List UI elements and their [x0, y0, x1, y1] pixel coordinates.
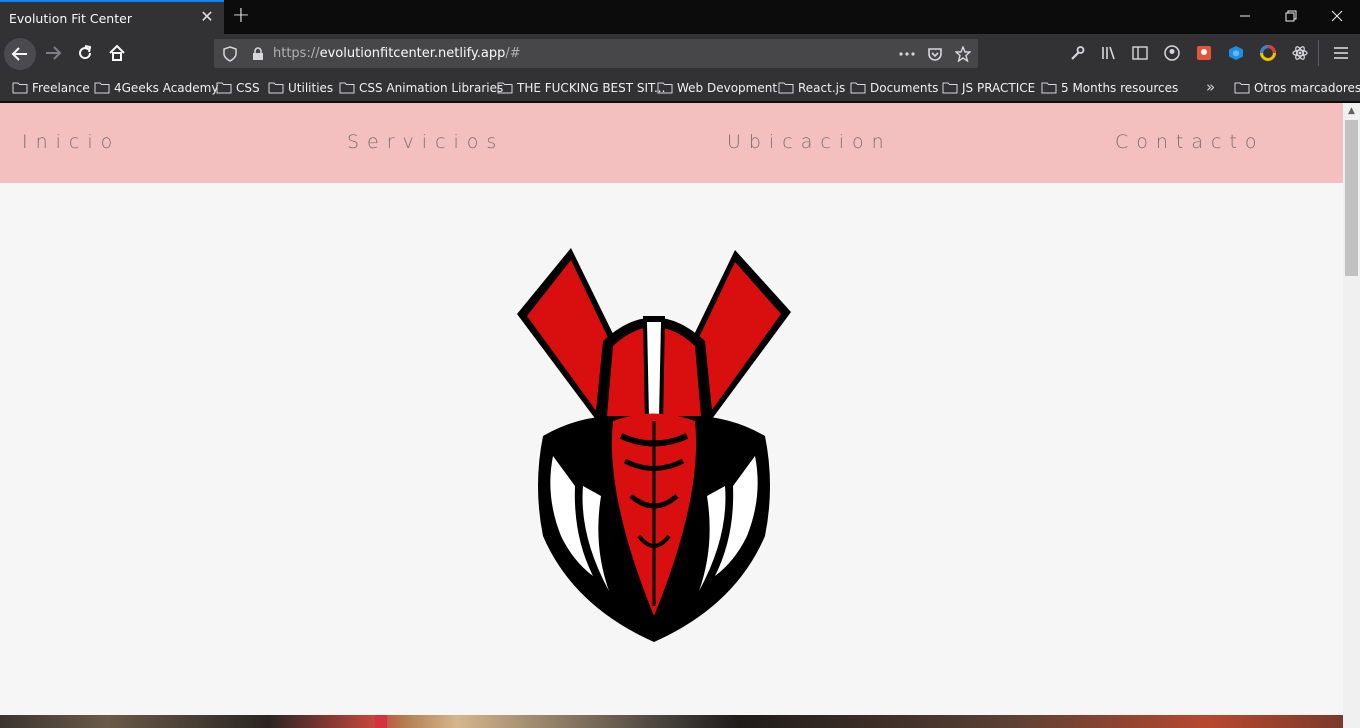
- account-button[interactable]: [1157, 39, 1187, 67]
- url-scheme: https://: [273, 46, 320, 61]
- bookmark-label: Otros marcadores: [1254, 81, 1360, 95]
- menu-button[interactable]: [1326, 39, 1356, 67]
- extension-red-icon: [1197, 46, 1211, 60]
- account-icon: [1164, 45, 1180, 61]
- cube-icon: [1229, 46, 1243, 60]
- forward-arrow-icon: [46, 46, 62, 60]
- bookmark-label: THE FUCKING BEST SIT...: [517, 81, 666, 95]
- bookmark-label: Utilities: [288, 81, 334, 95]
- bookmark-folder[interactable]: CSS Animation Libraries: [339, 80, 503, 96]
- restore-icon: [1285, 10, 1297, 22]
- new-tab-button[interactable]: +: [230, 4, 252, 28]
- reload-button[interactable]: [70, 39, 100, 67]
- url-host: evolutionfitcenter.netlify.app: [319, 46, 506, 61]
- web-page: Inicio Servicios Ubicacion Contacto: [0, 103, 1343, 728]
- minimize-button[interactable]: [1222, 0, 1268, 32]
- tracking-protection-icon[interactable]: [220, 44, 240, 64]
- folder-icon: [657, 82, 673, 94]
- folder-icon: [1041, 82, 1057, 94]
- back-arrow-icon: [11, 47, 27, 61]
- bookmark-folder[interactable]: 5 Months resources: [1041, 80, 1178, 96]
- close-window-button[interactable]: [1314, 0, 1360, 32]
- url-bar[interactable]: https://evolutionfitcenter.netlify.app/#: [214, 39, 978, 68]
- extension-button-3[interactable]: [1253, 39, 1283, 67]
- nav-link-ubicacion[interactable]: Ubicacion: [727, 131, 892, 153]
- folder-icon: [497, 82, 513, 94]
- nav-link-servicios[interactable]: Servicios: [347, 131, 504, 153]
- url-text[interactable]: https://evolutionfitcenter.netlify.app/#: [273, 46, 521, 61]
- bookmarks-overflow-chevron-icon[interactable]: »: [1206, 78, 1215, 96]
- wrench-icon: [1071, 46, 1085, 60]
- bookmark-label: 4Geeks Academy: [114, 81, 219, 95]
- bookmark-folder[interactable]: Utilities: [268, 80, 333, 96]
- bookmark-label: React.js: [798, 81, 846, 95]
- tools-button[interactable]: [1062, 39, 1092, 67]
- bookmark-label: 5 Months resources: [1061, 81, 1179, 95]
- browser-window: Evolution Fit Center ✕ + https://evoluti…: [0, 0, 1360, 728]
- minimize-icon: [1240, 15, 1250, 17]
- tab-close-icon[interactable]: ✕: [198, 8, 216, 26]
- home-icon: [109, 44, 125, 61]
- bookmark-star-icon[interactable]: [953, 44, 973, 64]
- hero-photo-strip: [0, 715, 1343, 728]
- library-button[interactable]: [1094, 39, 1124, 67]
- hamburger-menu-icon: [1334, 47, 1348, 59]
- folder-icon: [94, 82, 110, 94]
- bookmark-folder[interactable]: CSS: [216, 80, 260, 96]
- bookmark-label: Documents: [870, 81, 939, 95]
- close-icon: [1331, 10, 1343, 22]
- home-button[interactable]: [102, 39, 132, 67]
- bookmark-label: Web Devopment: [677, 81, 778, 95]
- folder-icon: [1234, 82, 1250, 94]
- url-path: /#: [505, 46, 521, 61]
- extension-button-4[interactable]: [1285, 39, 1315, 67]
- reload-icon: [79, 45, 92, 60]
- folder-icon: [850, 82, 866, 94]
- sidebar-button[interactable]: [1125, 39, 1155, 67]
- page-actions-icon[interactable]: [897, 44, 917, 64]
- bookmark-folder[interactable]: JS PRACTICE: [942, 80, 1035, 96]
- scroll-up-arrow-icon[interactable]: ▲: [1343, 103, 1360, 120]
- bookmark-folder[interactable]: React.js: [778, 80, 845, 96]
- viking-logo: [517, 248, 791, 642]
- site-navbar: Inicio Servicios Ubicacion Contacto: [0, 103, 1343, 183]
- bookmark-label: Freelance: [32, 81, 90, 95]
- scrollbar-thumb[interactable]: [1345, 120, 1358, 276]
- hero-photo-accent: [375, 715, 387, 728]
- tab-strip: Evolution Fit Center ✕ +: [0, 0, 1360, 34]
- forward-button[interactable]: [38, 39, 68, 67]
- other-bookmarks-folder[interactable]: Otros marcadores: [1234, 80, 1360, 96]
- folder-icon: [339, 82, 355, 94]
- extension-button-1[interactable]: [1189, 39, 1219, 67]
- folder-icon: [942, 82, 958, 94]
- tab-active[interactable]: Evolution Fit Center ✕: [0, 0, 224, 34]
- react-icon: [1292, 46, 1308, 60]
- lock-icon[interactable]: [248, 44, 268, 64]
- bookmark-folder[interactable]: Documents: [850, 80, 938, 96]
- bookmark-folder[interactable]: 4Geeks Academy: [94, 80, 218, 96]
- bookmark-label: JS PRACTICE: [962, 81, 1036, 95]
- bookmark-label: CSS: [236, 81, 260, 95]
- nav-link-inicio[interactable]: Inicio: [22, 131, 120, 153]
- toolbar-separator: [1318, 40, 1319, 66]
- library-icon: [1102, 46, 1115, 60]
- folder-icon: [12, 82, 28, 94]
- nav-link-contacto[interactable]: Contacto: [1115, 131, 1265, 153]
- folder-icon: [778, 82, 794, 94]
- tab-title: Evolution Fit Center: [9, 11, 132, 26]
- bookmark-folder[interactable]: Web Devopment: [657, 80, 777, 96]
- pocket-icon[interactable]: [925, 44, 945, 64]
- folder-icon: [268, 82, 284, 94]
- folder-icon: [216, 82, 232, 94]
- bookmark-folder[interactable]: THE FUCKING BEST SIT...: [497, 80, 665, 96]
- bookmark-label: CSS Animation Libraries: [359, 81, 504, 95]
- bookmark-folder[interactable]: Freelance: [12, 80, 90, 96]
- sidebar-icon: [1132, 46, 1148, 60]
- color-picker-icon: [1260, 45, 1276, 61]
- restore-button[interactable]: [1268, 0, 1314, 32]
- extension-button-2[interactable]: [1221, 39, 1251, 67]
